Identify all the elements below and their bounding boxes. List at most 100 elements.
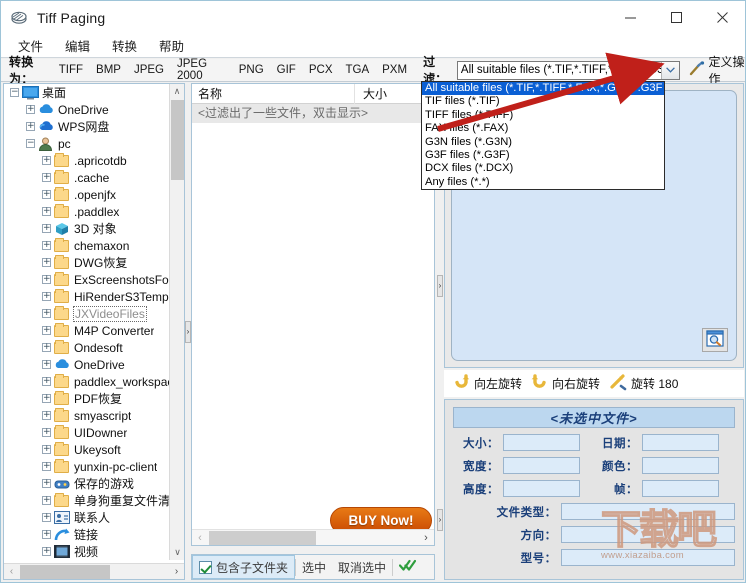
column-header-name[interactable]: 名称 bbox=[192, 83, 355, 104]
tree-item[interactable]: + chemaxon bbox=[4, 237, 169, 254]
tree-item[interactable]: + 链接 bbox=[4, 526, 169, 543]
tree-item[interactable]: + M4P Converter bbox=[4, 322, 169, 339]
format-button-jpeg[interactable]: JPEG bbox=[130, 63, 168, 77]
format-button-jpeg2000[interactable]: JPEG 2000 bbox=[173, 57, 230, 83]
tree-scroll-right-arrow[interactable]: › bbox=[169, 566, 184, 577]
include-subfolders-toggle[interactable]: 包含子文件夹 bbox=[192, 555, 296, 579]
tree-item[interactable]: + smyascript bbox=[4, 407, 169, 424]
tree-item[interactable]: + 保存的游戏 bbox=[4, 475, 169, 492]
format-button-pxm[interactable]: PXM bbox=[378, 63, 411, 77]
expand-icon[interactable]: + bbox=[42, 258, 51, 267]
expand-icon[interactable]: + bbox=[42, 190, 51, 199]
width-value[interactable] bbox=[503, 457, 580, 474]
close-button[interactable] bbox=[699, 1, 745, 34]
menu-convert[interactable]: 转换 bbox=[103, 34, 146, 57]
folder-tree[interactable]: − 桌面 + OneDrive + WPS网盘 − pc + .apricotdb + .cache +… bbox=[4, 84, 169, 560]
filter-option[interactable]: FAX files (*.FAX) bbox=[422, 122, 664, 135]
tree-item[interactable]: + Ukeysoft bbox=[4, 441, 169, 458]
expand-icon[interactable]: + bbox=[42, 292, 51, 301]
expand-icon[interactable]: + bbox=[42, 547, 51, 556]
expand-icon[interactable]: + bbox=[42, 326, 51, 335]
tree-item[interactable]: + Ondesoft bbox=[4, 339, 169, 356]
expand-icon[interactable]: + bbox=[42, 445, 51, 454]
filter-option[interactable]: All suitable files (*.TIF,*.TIFF,*.FAX,*… bbox=[422, 82, 664, 96]
tree-horizontal-scrollbar[interactable]: ‹ › bbox=[4, 563, 184, 579]
expand-icon[interactable]: + bbox=[42, 496, 51, 505]
expand-icon[interactable]: + bbox=[42, 309, 51, 318]
filter-option[interactable]: Any files (*.*) bbox=[422, 176, 664, 189]
expand-icon[interactable]: + bbox=[42, 224, 51, 233]
tree-item[interactable]: − pc bbox=[4, 135, 169, 152]
rotate-right-button[interactable]: 向右旋转 bbox=[530, 373, 600, 394]
filter-option[interactable]: TIF files (*.TIF) bbox=[422, 95, 664, 108]
define-action-button[interactable]: 定义操作 bbox=[689, 53, 745, 87]
rotate-left-button[interactable]: 向左旋转 bbox=[452, 373, 522, 394]
tree-item[interactable]: + .cache bbox=[4, 169, 169, 186]
format-button-gif[interactable]: GIF bbox=[273, 63, 300, 77]
filter-option[interactable]: DCX files (*.DCX) bbox=[422, 162, 664, 175]
expand-icon[interactable]: + bbox=[42, 513, 51, 522]
collapse-icon[interactable]: − bbox=[10, 88, 19, 97]
tree-vertical-scrollbar[interactable]: ∧ ∨ bbox=[169, 84, 184, 560]
zoom-button[interactable] bbox=[702, 328, 728, 352]
expand-icon[interactable]: + bbox=[42, 173, 51, 182]
expand-icon[interactable]: + bbox=[42, 156, 51, 165]
tree-item[interactable]: +3D 对象 bbox=[4, 220, 169, 237]
list-hscroll-thumb[interactable] bbox=[209, 530, 316, 545]
format-button-pcx[interactable]: PCX bbox=[305, 63, 337, 77]
splitter-handle[interactable]: › bbox=[437, 274, 443, 297]
tree-item[interactable]: + .openjfx bbox=[4, 186, 169, 203]
tree-item[interactable]: + .paddlex bbox=[4, 203, 169, 220]
size-value[interactable] bbox=[503, 434, 580, 451]
expand-icon[interactable]: + bbox=[42, 343, 51, 352]
select-all-button[interactable] bbox=[393, 555, 422, 579]
format-button-bmp[interactable]: BMP bbox=[92, 63, 125, 77]
splitter-handle[interactable]: › bbox=[437, 508, 443, 531]
tree-item[interactable]: − 桌面 bbox=[4, 84, 169, 101]
filter-option[interactable]: G3N files (*.G3N) bbox=[422, 136, 664, 149]
expand-icon[interactable]: + bbox=[42, 411, 51, 420]
file-type-value[interactable] bbox=[560, 503, 735, 520]
tree-item[interactable]: + 单身狗重复文件清 bbox=[4, 492, 169, 509]
tree-item[interactable]: + OneDrive bbox=[4, 101, 169, 118]
format-button-png[interactable]: PNG bbox=[235, 63, 268, 77]
format-button-tiff[interactable]: TIFF bbox=[55, 63, 87, 77]
select-button[interactable]: 选中 bbox=[296, 555, 332, 579]
tree-item[interactable]: + WPS网盘 bbox=[4, 118, 169, 135]
minimize-button[interactable] bbox=[607, 1, 653, 34]
frames-value[interactable] bbox=[642, 480, 719, 497]
filter-dropdown-list[interactable]: All suitable files (*.TIF,*.TIFF,*.FAX,*… bbox=[421, 81, 665, 191]
tree-item[interactable]: + ExScreenshotsFolder bbox=[4, 271, 169, 288]
chevron-down-icon[interactable] bbox=[661, 61, 680, 79]
tree-item[interactable]: + PDF恢复 bbox=[4, 390, 169, 407]
rotate-180-button[interactable]: 旋转 180 bbox=[608, 373, 678, 394]
collapse-icon[interactable]: − bbox=[26, 139, 35, 148]
file-list-horizontal-scrollbar[interactable]: ‹ › bbox=[192, 529, 434, 545]
list-scroll-right-arrow[interactable]: › bbox=[418, 532, 434, 544]
tree-item[interactable]: + paddlex_workspace bbox=[4, 373, 169, 390]
menu-help[interactable]: 帮助 bbox=[150, 34, 193, 57]
menu-edit[interactable]: 编辑 bbox=[56, 34, 99, 57]
expand-icon[interactable]: + bbox=[42, 360, 51, 369]
model-value[interactable] bbox=[560, 549, 735, 566]
height-value[interactable] bbox=[503, 480, 580, 497]
filter-option[interactable]: G3F files (*.G3F) bbox=[422, 149, 664, 162]
expand-icon[interactable]: + bbox=[42, 377, 51, 386]
expand-icon[interactable]: + bbox=[42, 428, 51, 437]
scroll-down-arrow[interactable]: ∨ bbox=[170, 545, 184, 560]
date-value[interactable] bbox=[642, 434, 719, 451]
tree-item[interactable]: + 联系人 bbox=[4, 509, 169, 526]
color-value[interactable] bbox=[642, 457, 719, 474]
maximize-button[interactable] bbox=[653, 1, 699, 34]
expand-icon[interactable]: + bbox=[42, 462, 51, 471]
filter-combobox[interactable]: All suitable files (*.TIF,*.TIFF,*.FAX,*… bbox=[456, 60, 681, 80]
splitter-list-info[interactable]: › bbox=[437, 399, 443, 580]
expand-icon[interactable]: + bbox=[42, 241, 51, 250]
filter-option[interactable]: TIFF files (*.TIFF) bbox=[422, 109, 664, 122]
column-header-size[interactable]: 大小 bbox=[355, 85, 387, 102]
tree-scroll-left-arrow[interactable]: ‹ bbox=[4, 566, 19, 577]
expand-icon[interactable]: + bbox=[26, 105, 35, 114]
deselect-button[interactable]: 取消选中 bbox=[332, 555, 392, 579]
file-list-row-filtered-message[interactable]: <过滤出了一些文件，双击显示> bbox=[192, 104, 434, 123]
expand-icon[interactable]: + bbox=[42, 207, 51, 216]
